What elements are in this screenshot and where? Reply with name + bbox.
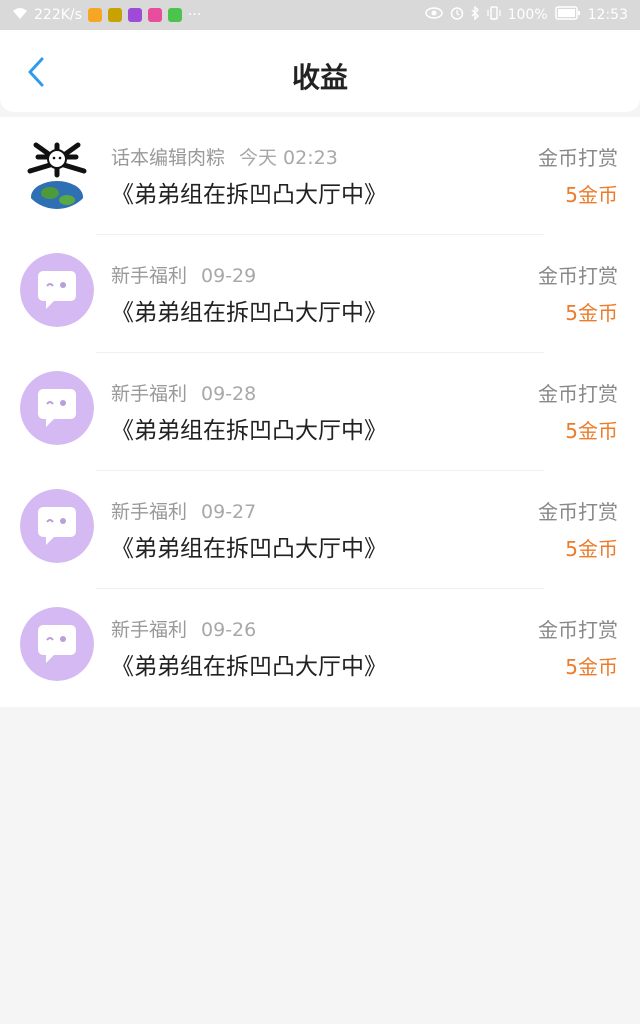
editor-avatar [20,135,94,209]
page-title: 收益 [291,61,348,94]
battery-percent: 100% [507,7,548,23]
wifi-icon [12,7,28,24]
vibrate-icon [487,6,501,24]
item-date: 09-28 [201,383,257,405]
app-notification-icon [87,8,102,22]
earnings-list: 话本编辑肉粽 今天 02:23 《弟弟组在拆凹凸大厅中》 金币打赏 5金币 新手福… [0,117,640,707]
reward-type: 金币打赏 [538,264,618,288]
eye-icon [424,7,443,23]
header: 收益 [0,30,640,112]
book-title: 《弟弟组在拆凹凸大厅中》 [111,654,387,680]
app-notification-icon [127,8,142,22]
bluetooth-icon [471,5,480,24]
app-notification-icon [147,8,162,22]
status-bar: 222K/s ··· 100% 12:53 [0,0,640,30]
item-date: 09-26 [201,619,257,641]
network-speed: 222K/s [34,7,82,23]
chat-bubble-avatar [20,253,94,327]
sender-name: 新手福利 [111,383,188,405]
reward-amount: 5金币 [565,301,618,325]
list-item[interactable]: 话本编辑肉粽 今天 02:23 《弟弟组在拆凹凸大厅中》 金币打赏 5金币 [0,117,640,235]
list-item[interactable]: 新手福利 09-28 《弟弟组在拆凹凸大厅中》 金币打赏 5金币 [0,353,640,471]
app-notification-icon [167,8,182,22]
book-title: 《弟弟组在拆凹凸大厅中》 [111,536,387,562]
item-date: 今天 02:23 [239,147,338,169]
sender-name: 话本编辑肉粽 [111,147,226,169]
reward-type: 金币打赏 [538,618,618,642]
reward-type: 金币打赏 [538,500,618,524]
book-title: 《弟弟组在拆凹凸大厅中》 [111,418,387,444]
sender-name: 新手福利 [111,501,188,523]
reward-type: 金币打赏 [538,146,618,170]
reward-amount: 5金币 [565,655,618,679]
battery-icon [554,6,581,24]
sender-name: 新手福利 [111,619,188,641]
reward-amount: 5金币 [565,537,618,561]
reward-amount: 5金币 [565,183,618,207]
more-notifications: ··· [187,7,202,23]
reward-amount: 5金币 [565,419,618,443]
sender-name: 新手福利 [111,265,188,287]
reward-type: 金币打赏 [538,382,618,406]
alarm-icon [450,6,464,24]
chat-bubble-avatar [20,489,94,563]
list-item[interactable]: 新手福利 09-29 《弟弟组在拆凹凸大厅中》 金币打赏 5金币 [0,235,640,353]
book-title: 《弟弟组在拆凹凸大厅中》 [111,300,387,326]
book-title: 《弟弟组在拆凹凸大厅中》 [111,182,387,208]
list-item[interactable]: 新手福利 09-26 《弟弟组在拆凹凸大厅中》 金币打赏 5金币 [0,589,640,707]
list-item[interactable]: 新手福利 09-27 《弟弟组在拆凹凸大厅中》 金币打赏 5金币 [0,471,640,589]
item-date: 09-29 [201,265,257,287]
clock: 12:53 [587,7,628,23]
chat-bubble-avatar [20,371,94,445]
app-notification-icon [107,8,122,22]
item-date: 09-27 [201,501,257,523]
chat-bubble-avatar [20,607,94,681]
